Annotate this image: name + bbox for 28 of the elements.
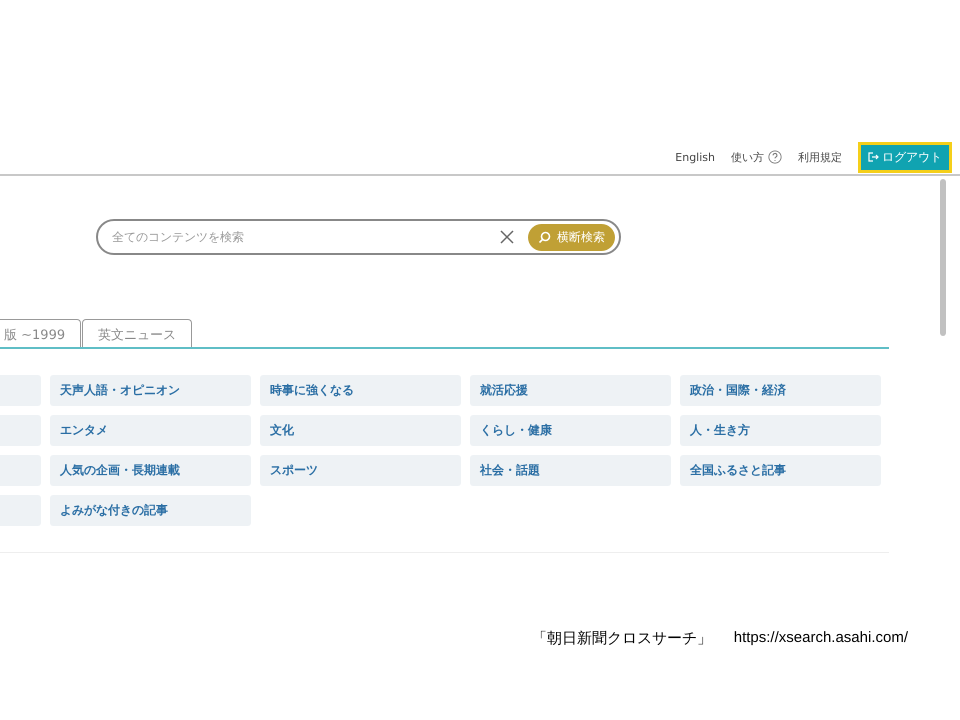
tab[interactable]: 版 ~1999 xyxy=(0,319,82,347)
header-link[interactable]: 利用規定 xyxy=(798,150,842,164)
logout-icon xyxy=(868,152,879,162)
clear-icon[interactable] xyxy=(500,230,514,244)
header-link[interactable]: English xyxy=(675,150,715,164)
category-button[interactable]: 時事に強くなる xyxy=(260,375,461,406)
help-icon xyxy=(768,150,782,164)
caption-url: https://xsearch.asahi.com/ xyxy=(734,629,908,648)
category-button[interactable]: 天声人語・オピニオン xyxy=(50,375,251,406)
category-button[interactable]: 人気の企画・長期連載 xyxy=(50,455,251,486)
category-button[interactable]: くらし・健康 xyxy=(470,415,671,446)
category-button[interactable]: 政治・国際・経済 xyxy=(680,375,881,406)
category-button[interactable]: 社会・話題 xyxy=(470,455,671,486)
category-button[interactable]: よみがな付きの記事 xyxy=(50,495,251,526)
search-field[interactable]: 全てのコンテンツを検索 横断検索 xyxy=(96,219,621,255)
category-button[interactable]: 全国ふるさと記事 xyxy=(680,455,881,486)
tab[interactable]: 英文ニュース xyxy=(82,319,192,347)
category-button[interactable]: スポーツ xyxy=(260,455,461,486)
search-icon xyxy=(538,230,551,244)
logout-button[interactable]: ログアウト xyxy=(861,144,949,170)
category-button[interactable]: 就活応援 xyxy=(470,375,671,406)
scrollbar-thumb[interactable] xyxy=(940,179,946,336)
category-button[interactable]: 文化 xyxy=(260,415,461,446)
header-link[interactable]: 使い方 xyxy=(731,150,782,164)
category-button[interactable]: 人・生き方 xyxy=(680,415,881,446)
category-button[interactable]: エンタメ xyxy=(50,415,251,446)
search-button[interactable]: 横断検索 xyxy=(528,224,615,250)
caption-title: 「朝日新聞クロスサーチ」 xyxy=(532,629,712,648)
